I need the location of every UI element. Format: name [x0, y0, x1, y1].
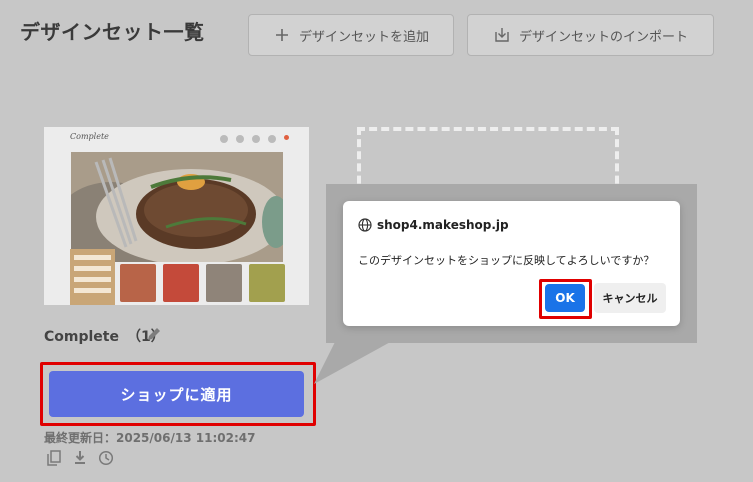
preview-nav — [220, 135, 289, 143]
globe-icon — [358, 218, 372, 232]
design-set-name-text: Complete — [44, 329, 119, 345]
dialog-origin: shop4.makeshop.jp — [358, 218, 509, 232]
download-icon[interactable] — [72, 450, 88, 466]
import-design-set-button[interactable]: デザインセットのインポート — [467, 14, 714, 56]
add-design-set-label: デザインセットを追加 — [298, 29, 429, 45]
apply-to-shop-button[interactable]: ショップに適用 — [49, 371, 304, 417]
preview-products — [120, 264, 285, 302]
dialog-message: このデザインセットをショップに反映してよろしいですか？ — [358, 254, 655, 267]
cancel-button[interactable]: キャンセル — [594, 283, 666, 313]
ok-button[interactable]: OK — [545, 284, 585, 312]
callout-tail — [314, 340, 394, 384]
dialog-domain: shop4.makeshop.jp — [377, 218, 509, 232]
design-set-thumbnail[interactable]: Complete — [44, 127, 309, 305]
pencil-icon[interactable] — [146, 326, 162, 342]
last-updated: 最終更新日：2025/06/13 11:02:47 — [44, 431, 256, 445]
preview-logo: Complete — [70, 132, 109, 141]
preview-sidebar — [70, 249, 115, 305]
add-design-set-button[interactable]: デザインセットを追加 — [248, 14, 454, 56]
page-title: デザインセット一覧 — [20, 20, 205, 44]
import-icon — [493, 26, 511, 44]
clock-icon[interactable] — [98, 450, 114, 466]
preview-hero-image — [71, 152, 283, 262]
plus-icon — [273, 26, 291, 44]
card-tools — [46, 450, 114, 466]
import-design-set-label: デザインセットのインポート — [518, 29, 688, 45]
copy-icon[interactable] — [46, 450, 62, 466]
